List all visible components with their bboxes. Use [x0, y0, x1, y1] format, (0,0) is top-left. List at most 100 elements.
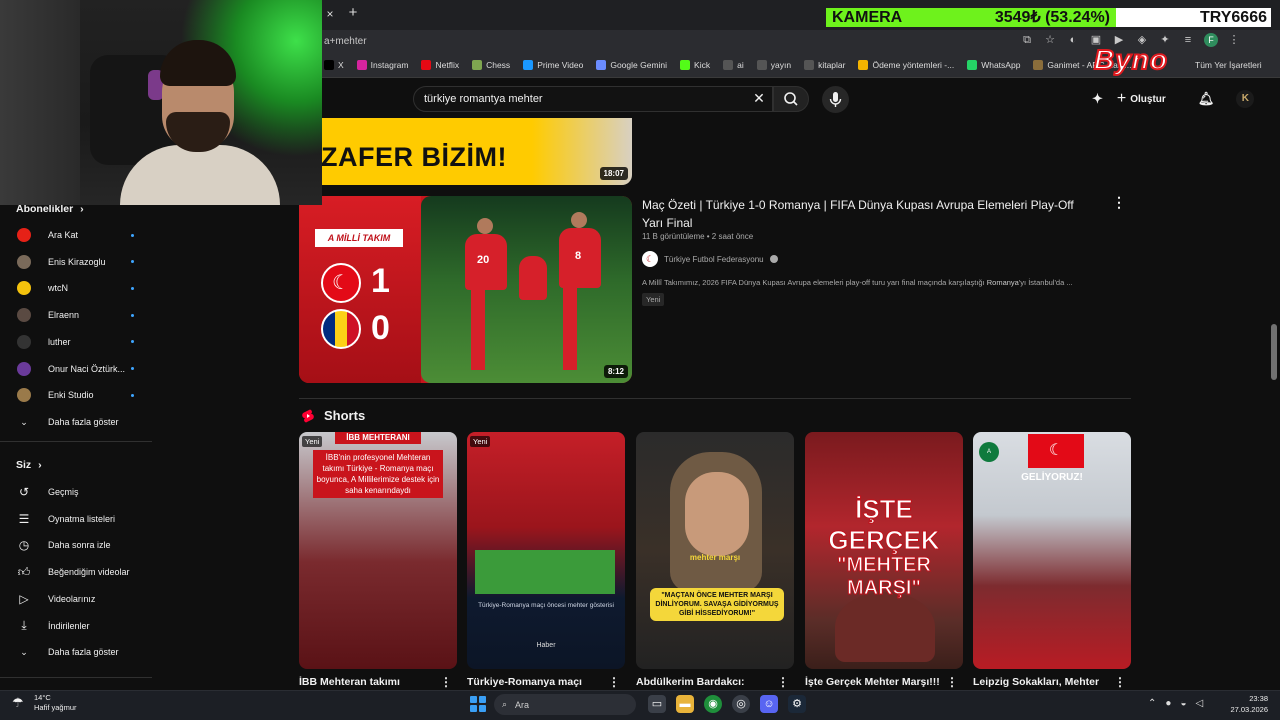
bookmark-item[interactable]: Google Gemini	[596, 60, 667, 70]
bookmark-label: Chess	[486, 60, 511, 70]
more-options-icon[interactable]: ⋮	[946, 676, 958, 690]
subscription-item[interactable]: Enis Kirazoglu	[16, 253, 140, 271]
whatsapp-icon	[967, 60, 978, 70]
new-tab-button[interactable]: +	[345, 4, 361, 22]
voice-search-button[interactable]	[822, 86, 849, 113]
short-thumbnail[interactable]: Türkiye-Romanya maçı öncesi mehter göste…	[467, 432, 625, 669]
you-item[interactable]: ↺ Geçmiş	[16, 483, 140, 501]
task-view-icon[interactable]: ▭	[648, 695, 666, 713]
you-item[interactable]: 👍︎ Beğendiğim videolar	[16, 563, 140, 581]
more-options-icon[interactable]: ⋮	[777, 676, 789, 690]
url-text[interactable]: a+mehter	[324, 36, 367, 47]
subscription-item[interactable]: Onur Naci Öztürk...	[16, 360, 140, 378]
network-icon[interactable]: ◒	[1180, 698, 1186, 709]
bookmark-item[interactable]: kitaplar	[804, 60, 845, 70]
weather-widget[interactable]: ☂ 14°C Hafif yağmur	[12, 693, 77, 713]
subscription-label: Enki Studio	[48, 390, 94, 401]
bookmark-item[interactable]: yayın	[756, 60, 791, 70]
bookmark-item[interactable]: ai	[723, 60, 744, 70]
ticker-code: TRY6666	[1200, 8, 1267, 26]
short-title[interactable]: Abdülkerim Bardakcı:	[636, 676, 776, 688]
you-item[interactable]: ◷ Daha sonra izle	[16, 536, 140, 554]
channel-row[interactable]: ☾ Türkiye Futbol Federasyonu	[642, 251, 778, 267]
account-avatar[interactable]: K	[1236, 90, 1255, 108]
menu-icon[interactable]: ⋮	[1227, 33, 1241, 47]
you-header[interactable]: Siz ›	[16, 459, 42, 471]
you-item[interactable]: ▷ Videolarınız	[16, 590, 140, 608]
score-panel	[299, 196, 421, 383]
short-thumbnail[interactable]: A ☾ GELİYORUZ!	[973, 432, 1131, 669]
profile-avatar[interactable]: F	[1204, 33, 1218, 47]
video-title[interactable]: Maç Özeti | Türkiye 1-0 Romanya | FIFA D…	[642, 196, 1092, 232]
history-icon: ↺	[18, 485, 30, 499]
discord-icon[interactable]: ☺	[760, 695, 778, 713]
show-more-you[interactable]: ⌄ Daha fazla göster	[16, 643, 140, 661]
bookmark-item[interactable]: Chess	[472, 60, 510, 70]
all-bookmarks-button[interactable]: Tüm Yer İşaretleri	[1195, 60, 1262, 70]
more-options-icon[interactable]: ⋮	[1114, 676, 1126, 690]
install-app-icon[interactable]: ⧉	[1020, 33, 1034, 47]
description-text: A Millî Takımımız, 2026 FIFA Dünya Kupas…	[642, 278, 987, 287]
subscription-item[interactable]: Enki Studio	[16, 386, 140, 404]
bookmark-item[interactable]: Instagram	[356, 60, 408, 70]
bookmark-label: kitaplar	[818, 60, 846, 70]
chevron-up-icon[interactable]: ⌃	[1148, 698, 1156, 709]
more-options-icon[interactable]: ⋮	[440, 676, 452, 690]
celebration-photo: 20 8	[421, 196, 632, 383]
sparkle-icon[interactable]: ✦	[1092, 91, 1103, 107]
video-thumbnail[interactable]: ZAFER BİZİM! 18:07	[299, 118, 632, 185]
create-button[interactable]: + Oluştur	[1117, 90, 1166, 108]
channel-name[interactable]: Türkiye Futbol Federasyonu	[664, 255, 764, 264]
you-item[interactable]: ☰ Oynatma listeleri	[16, 510, 140, 528]
bookmark-item[interactable]: Netflix	[421, 60, 459, 70]
subscription-item[interactable]: Elraenn	[16, 306, 140, 324]
new-badge: Yeni	[302, 436, 323, 447]
short-thumbnail[interactable]: İŞTE GERÇEK "MEHTER MARŞI"	[805, 432, 963, 669]
bookmark-star-icon[interactable]: ☆	[1043, 33, 1057, 47]
notifications-bell-icon[interactable]: 🔔︎	[1198, 91, 1215, 107]
subscription-item[interactable]: Ara Kat	[16, 226, 140, 244]
bookmark-item[interactable]: Kick	[680, 60, 710, 70]
search-query-text[interactable]: türkiye romantya mehter	[424, 93, 543, 105]
bookmark-item[interactable]: Prime Video	[523, 60, 583, 70]
short-thumbnail[interactable]: mehter marşı "MAÇTAN ÖNCE MEHTER MARŞI D…	[636, 432, 794, 669]
more-options-icon[interactable]: ⋮	[608, 676, 620, 690]
bookmark-item[interactable]: X	[324, 60, 344, 70]
video-thumbnail[interactable]: A MİLLİ TAKIM ☾ 1 0 20 8 8:12	[299, 196, 632, 383]
subscription-item[interactable]: luther	[16, 333, 140, 351]
avatar-image	[17, 228, 31, 242]
show-more-subscriptions[interactable]: ⌄ Daha fazla göster	[16, 413, 140, 431]
short-thumbnail[interactable]: İBB MEHTERANI İBB'nin profesyonel Mehter…	[299, 432, 457, 669]
short-title[interactable]: Leipzig Sokakları, Mehter	[973, 676, 1113, 688]
chrome-icon[interactable]: ◉	[704, 695, 722, 713]
channel-avatar[interactable]: ☾	[642, 251, 658, 267]
more-options-icon[interactable]: ⋮	[1112, 195, 1126, 210]
bookmark-item[interactable]: Ödeme yöntemleri -...	[858, 60, 954, 70]
volume-icon[interactable]: ◁	[1195, 698, 1203, 709]
scrollbar-thumb[interactable]	[1271, 324, 1277, 380]
search-button[interactable]	[773, 86, 809, 112]
description-highlight: Romanya	[986, 278, 1019, 287]
obs-icon[interactable]: ◎	[732, 695, 750, 713]
stream-ticker: KAMERA 3549₺ (53.24%) TRY6666	[826, 8, 1271, 27]
you-item[interactable]: ⤓ İndirilenler	[16, 617, 140, 635]
bookmark-item[interactable]: WhatsApp	[967, 60, 1020, 70]
short-title[interactable]: Türkiye-Romanya maçı	[467, 676, 607, 688]
channel-avatar	[16, 387, 32, 403]
extension-icon[interactable]: ◐	[1066, 33, 1080, 47]
taskbar-clock[interactable]: 23:38 27.03.2026	[1226, 693, 1268, 715]
ticker-name: KAMERA	[832, 9, 903, 26]
file-explorer-icon[interactable]: ▬	[676, 695, 694, 713]
short-title[interactable]: İBB Mehteran takımı	[299, 676, 439, 688]
you-item-label: Oynatma listeleri	[48, 513, 116, 524]
microphone-icon[interactable]: ●	[1165, 698, 1171, 709]
clear-search-icon[interactable]: ✕	[751, 90, 767, 106]
tab-close-button[interactable]: ×	[322, 6, 338, 22]
steam-icon[interactable]: ⚙	[788, 695, 806, 713]
taskbar-apps: ▭ ▬ ◉ ◎ ☺ ⚙	[648, 695, 806, 713]
chevron-down-icon: ⌄	[20, 416, 28, 427]
windows-start-icon[interactable]	[470, 696, 486, 712]
taskbar-search[interactable]: ⌕ Ara	[494, 694, 636, 715]
short-title[interactable]: İşte Gerçek Mehter Marşı!!!	[805, 676, 945, 688]
subscription-item[interactable]: wtcN	[16, 279, 140, 297]
